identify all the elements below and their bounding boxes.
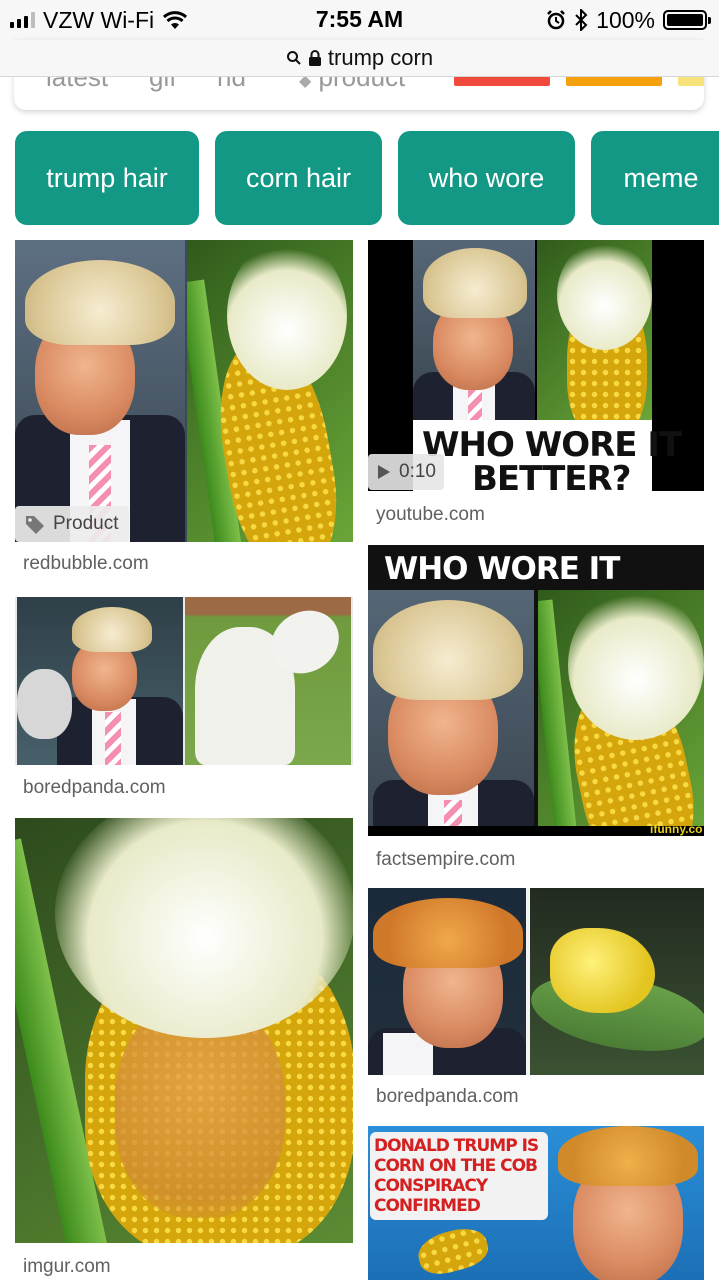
image-caption: DONALD TRUMP IS CORN ON THE COB CONSPIRA… xyxy=(374,1136,539,1216)
result-card[interactable]: WHO WORE IT BETTER? ifunny.co factsempir… xyxy=(368,545,704,875)
battery-percent: 100% xyxy=(596,6,655,33)
tag-icon xyxy=(26,516,44,534)
status-right: 100% xyxy=(546,6,711,34)
search-icon xyxy=(286,51,301,65)
video-caption-line2: BETTER? xyxy=(472,459,631,491)
result-source: imgur.com xyxy=(23,1256,111,1277)
result-thumbnail[interactable] xyxy=(368,888,704,1075)
caption-line: CONSPIRACY xyxy=(374,1176,488,1196)
result-thumbnail[interactable]: WHO WORE IT BETTER? 0:10 xyxy=(368,240,704,491)
caption-line: DONALD TRUMP IS xyxy=(374,1136,539,1156)
result-thumbnail[interactable]: Product xyxy=(15,240,353,542)
chip-meme[interactable]: meme xyxy=(591,131,719,225)
suggestion-chips: trump hair corn hair who wore meme xyxy=(15,131,719,225)
chip-who-wore[interactable]: who wore xyxy=(398,131,575,225)
result-card[interactable]: Product redbubble.com xyxy=(15,240,353,580)
result-card[interactable]: boredpanda.com xyxy=(15,597,353,802)
lock-icon xyxy=(308,50,321,66)
result-source: factsempire.com xyxy=(376,849,516,870)
chip-trump-hair[interactable]: trump hair xyxy=(15,131,199,225)
battery-icon xyxy=(663,10,711,30)
result-thumbnail[interactable]: DONALD TRUMP IS CORN ON THE COB CONSPIRA… xyxy=(368,1126,704,1280)
chip-corn-hair[interactable]: corn hair xyxy=(215,131,382,225)
bluetooth-icon xyxy=(575,9,588,31)
product-badge: Product xyxy=(15,506,129,542)
result-thumbnail[interactable]: WHO WORE IT BETTER? ifunny.co xyxy=(368,545,704,836)
play-icon xyxy=(378,465,390,479)
result-card[interactable]: imgur.com xyxy=(15,818,353,1280)
video-duration-badge: 0:10 xyxy=(368,454,444,490)
result-card[interactable]: boredpanda.com xyxy=(368,888,704,1113)
caption-line: CORN ON THE COB xyxy=(374,1156,538,1176)
alarm-icon xyxy=(547,10,566,30)
result-source: redbubble.com xyxy=(23,553,149,574)
result-thumbnail[interactable] xyxy=(15,818,353,1243)
url-bar[interactable]: trump corn xyxy=(0,40,719,77)
url-text: trump corn xyxy=(327,45,434,70)
result-card[interactable]: WHO WORE IT BETTER? 0:10 youtube.com xyxy=(368,240,704,530)
color-filter-yellow[interactable] xyxy=(678,76,704,86)
battery-level xyxy=(667,14,703,26)
result-source: boredpanda.com xyxy=(23,777,166,798)
status-bar: VZW Wi-Fi 7:55 AM 100% xyxy=(0,0,719,40)
product-badge-label: Product xyxy=(53,513,119,534)
video-duration: 0:10 xyxy=(399,461,436,482)
color-filter-red[interactable] xyxy=(454,76,550,86)
watermark: ifunny.co xyxy=(650,822,703,836)
result-source: youtube.com xyxy=(376,504,485,525)
result-card[interactable]: DONALD TRUMP IS CORN ON THE COB CONSPIRA… xyxy=(368,1126,704,1280)
result-source: boredpanda.com xyxy=(376,1086,519,1107)
caption-line: CONFIRMED xyxy=(374,1196,481,1216)
result-thumbnail[interactable] xyxy=(15,597,353,765)
color-filter-orange[interactable] xyxy=(566,76,662,86)
